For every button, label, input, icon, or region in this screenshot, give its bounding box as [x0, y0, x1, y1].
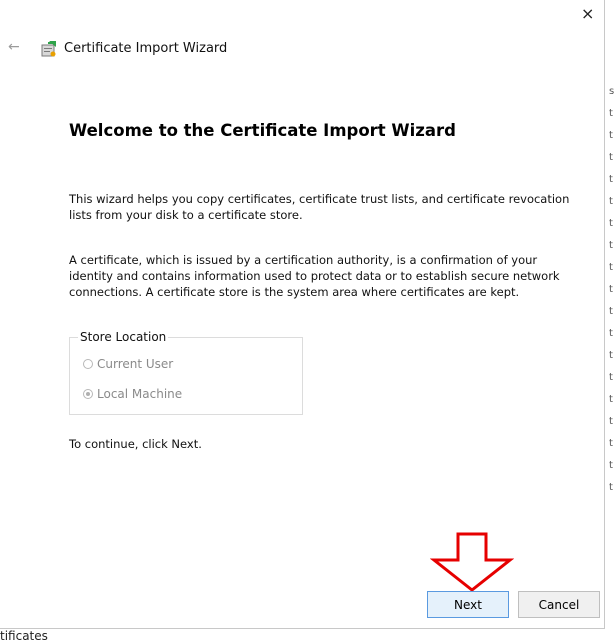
annotation-arrow-icon — [430, 532, 514, 592]
intro-paragraph: This wizard helps you copy certificates,… — [69, 192, 570, 222]
background-letter: t — [609, 130, 613, 141]
back-arrow-icon: ← — [8, 39, 20, 55]
background-letter: t — [609, 438, 613, 449]
background-letter: t — [609, 108, 613, 119]
background-letter: t — [609, 460, 613, 471]
background-letter: t — [609, 262, 613, 273]
current-user-radio[interactable]: Current User — [83, 357, 173, 371]
background-window-fragment: stttttttttttttttttt — [606, 70, 616, 630]
background-letter: t — [609, 350, 613, 361]
store-location-group: Store Location Current User Local Machin… — [69, 330, 303, 415]
background-letter: s — [609, 86, 615, 97]
background-letter: t — [609, 240, 613, 251]
next-button[interactable]: Next — [427, 591, 509, 618]
background-letter: t — [609, 196, 613, 207]
wizard-title: Certificate Import Wizard — [64, 41, 228, 56]
local-machine-label: Local Machine — [97, 387, 183, 401]
background-letter: t — [609, 372, 613, 383]
background-letter: t — [609, 416, 613, 427]
cancel-button[interactable]: Cancel — [518, 591, 600, 618]
background-letter: t — [609, 328, 613, 339]
background-letter: t — [609, 152, 613, 163]
background-letter: t — [609, 306, 613, 317]
background-letter: t — [609, 218, 613, 229]
background-letter: t — [609, 284, 613, 295]
store-location-legend: Store Location — [78, 330, 169, 344]
certificate-description-paragraph: A certificate, which is issued by a cert… — [69, 253, 560, 299]
background-letter: t — [609, 394, 613, 405]
background-text-fragment: tificates — [0, 629, 48, 643]
certificate-icon — [41, 41, 56, 57]
continue-instruction: To continue, click Next. — [69, 437, 202, 451]
close-button[interactable]: × — [581, 4, 594, 23]
local-machine-radio[interactable]: Local Machine — [83, 387, 182, 401]
radio-checked-icon — [83, 389, 93, 399]
page-heading: Welcome to the Certificate Import Wizard — [69, 121, 456, 140]
certificate-import-wizard-dialog: × ← Certificate Import Wizard Welcome to… — [0, 0, 605, 629]
background-letter: t — [609, 482, 613, 493]
current-user-label: Current User — [97, 357, 174, 371]
radio-unchecked-icon — [83, 359, 93, 369]
background-letter: t — [609, 174, 613, 185]
